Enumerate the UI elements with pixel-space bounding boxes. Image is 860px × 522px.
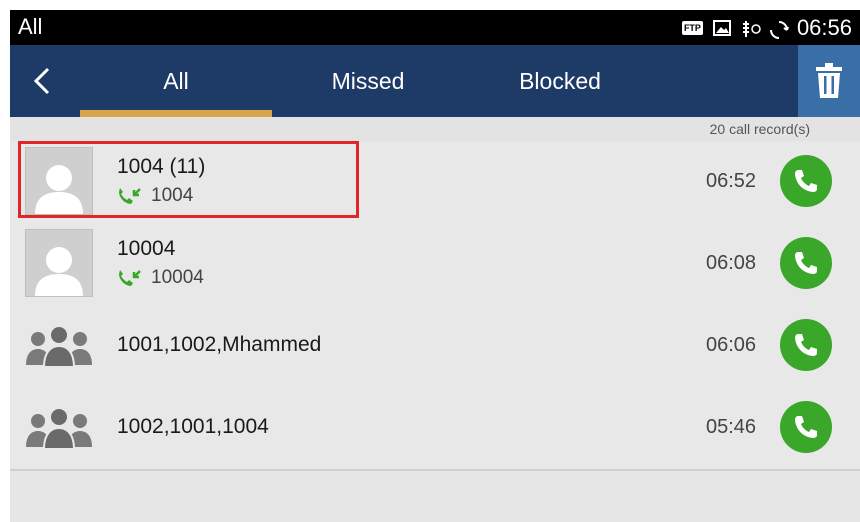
call-button[interactable]	[780, 237, 832, 289]
ftp-icon: FTP	[681, 20, 703, 35]
record-count-bar: 20 call record(s)	[10, 117, 860, 142]
group-name: 1001,1002,Mhammed	[117, 333, 322, 356]
status-bar: All FTP 06:56	[10, 10, 860, 45]
call-log-row[interactable]: 1002,1001,1004 05:46	[10, 387, 860, 471]
record-count-label: 20 call record(s)	[709, 121, 810, 137]
back-button[interactable]	[22, 59, 62, 103]
status-bar-label: All	[18, 14, 43, 39]
back-arrow-icon	[33, 67, 50, 95]
tab-missed[interactable]: Missed	[272, 45, 464, 117]
phone-icon	[795, 170, 817, 192]
status-icons: FTP 06:56	[681, 10, 852, 45]
usb-debug-icon	[741, 20, 761, 37]
trash-icon	[816, 63, 842, 98]
call-time: 06:52	[706, 170, 757, 192]
call-time: 06:08	[706, 252, 757, 274]
call-log-row[interactable]: 1001,1002,Mhammed 06:06	[10, 305, 860, 389]
call-number: 10004	[151, 267, 204, 288]
incoming-call-icon	[119, 188, 141, 204]
contact-avatar-icon	[25, 229, 93, 297]
call-history-screen: All FTP 06:56 All Missed Blocked 20 call…	[10, 10, 860, 522]
phone-icon	[795, 416, 817, 438]
call-subline: 10004	[117, 267, 204, 289]
group-name: 1002,1001,1004	[117, 415, 269, 438]
tab-all[interactable]: All	[80, 45, 272, 117]
tab-blocked[interactable]: Blocked	[464, 45, 656, 117]
delete-button[interactable]	[798, 45, 860, 117]
incoming-call-icon	[119, 270, 141, 286]
call-log-row[interactable]: 10004 10004 06:08	[10, 223, 860, 307]
phone-icon	[795, 334, 817, 356]
app-bar: All Missed Blocked	[10, 45, 860, 117]
tab-selected-indicator	[80, 110, 272, 117]
call-subline: 1004	[117, 185, 193, 207]
call-time: 05:46	[706, 416, 757, 438]
call-number: 1004	[151, 185, 194, 206]
call-button[interactable]	[780, 319, 832, 371]
call-time: 06:06	[706, 334, 757, 356]
call-log-row[interactable]: 1004 (11) 1004 06:52	[10, 141, 860, 225]
contact-name: 1004 (11)	[117, 155, 206, 178]
call-button[interactable]	[780, 401, 832, 453]
status-time: 06:56	[796, 14, 852, 40]
contact-avatar-icon	[25, 147, 93, 215]
group-avatar-icon	[26, 407, 92, 449]
image-icon	[712, 19, 731, 36]
phone-icon	[795, 252, 817, 274]
contact-name: 10004	[117, 237, 176, 260]
call-button[interactable]	[780, 155, 832, 207]
sync-icon	[769, 20, 789, 39]
group-avatar-icon	[26, 325, 92, 367]
